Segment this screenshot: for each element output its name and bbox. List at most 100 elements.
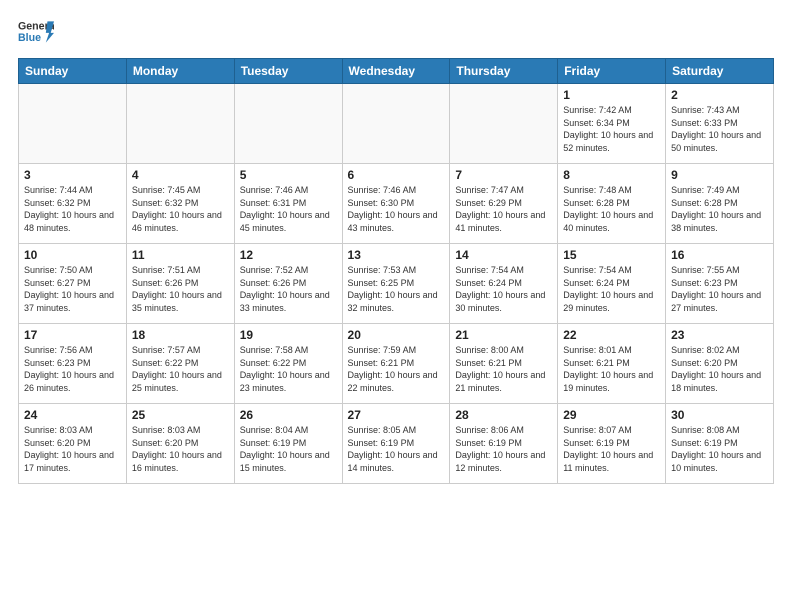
day-cell: 1Sunrise: 7:42 AM Sunset: 6:34 PM Daylig… (558, 84, 666, 164)
weekday-header-saturday: Saturday (666, 59, 774, 84)
day-info: Sunrise: 7:42 AM Sunset: 6:34 PM Dayligh… (563, 104, 660, 154)
logo: General Blue (18, 18, 54, 46)
day-info: Sunrise: 7:57 AM Sunset: 6:22 PM Dayligh… (132, 344, 229, 394)
day-info: Sunrise: 8:03 AM Sunset: 6:20 PM Dayligh… (24, 424, 121, 474)
day-info: Sunrise: 8:07 AM Sunset: 6:19 PM Dayligh… (563, 424, 660, 474)
logo-icon: General Blue (18, 18, 54, 46)
day-info: Sunrise: 8:06 AM Sunset: 6:19 PM Dayligh… (455, 424, 552, 474)
day-cell: 27Sunrise: 8:05 AM Sunset: 6:19 PM Dayli… (342, 404, 450, 484)
day-number: 19 (240, 328, 337, 342)
day-cell: 14Sunrise: 7:54 AM Sunset: 6:24 PM Dayli… (450, 244, 558, 324)
weekday-header-row: SundayMondayTuesdayWednesdayThursdayFrid… (19, 59, 774, 84)
day-cell: 28 Sunrise: 8:06 AM Sunset: 6:19 PM Dayli… (450, 404, 558, 484)
day-info: Sunrise: 7:46 AM Sunset: 6:30 PM Dayligh… (348, 184, 445, 234)
logo-area: General Blue (18, 18, 54, 46)
day-cell: 10 Sunrise: 7:50 AM Sunset: 6:27 PM Dayli… (19, 244, 127, 324)
week-row-5: 24 Sunrise: 8:03 AM Sunset: 6:20 PM Dayli… (19, 404, 774, 484)
day-number: 18 (132, 328, 229, 342)
day-info: Sunrise: 8:03 AM Sunset: 6:20 PM Dayligh… (132, 424, 229, 474)
day-info: Sunrise: 7:45 AM Sunset: 6:32 PM Dayligh… (132, 184, 229, 234)
day-cell: 3 Sunrise: 7:44 AM Sunset: 6:32 PM Daylig… (19, 164, 127, 244)
day-cell: 7 Sunrise: 7:47 AM Sunset: 6:29 PM Daylig… (450, 164, 558, 244)
day-cell: 29 Sunrise: 8:07 AM Sunset: 6:19 PM Dayli… (558, 404, 666, 484)
weekday-header-friday: Friday (558, 59, 666, 84)
day-info: Sunrise: 8:08 AM Sunset: 6:19 PM Dayligh… (671, 424, 768, 474)
day-cell: 22Sunrise: 8:01 AM Sunset: 6:21 PM Dayli… (558, 324, 666, 404)
page: General Blue SundayMondayTuesdayWednesda… (0, 0, 792, 494)
day-cell: 2 Sunrise: 7:43 AM Sunset: 6:33 PM Daylig… (666, 84, 774, 164)
day-cell: 12Sunrise: 7:52 AM Sunset: 6:26 PM Dayli… (234, 244, 342, 324)
day-number: 20 (348, 328, 445, 342)
day-number: 24 (24, 408, 121, 422)
week-row-3: 10 Sunrise: 7:50 AM Sunset: 6:27 PM Dayli… (19, 244, 774, 324)
day-number: 28 (455, 408, 552, 422)
day-cell: 16Sunrise: 7:55 AM Sunset: 6:23 PM Dayli… (666, 244, 774, 324)
day-number: 26 (240, 408, 337, 422)
day-cell: 24 Sunrise: 8:03 AM Sunset: 6:20 PM Dayli… (19, 404, 127, 484)
day-cell: 11 Sunrise: 7:51 AM Sunset: 6:26 PM Dayli… (126, 244, 234, 324)
day-number: 13 (348, 248, 445, 262)
day-info: Sunrise: 7:51 AM Sunset: 6:26 PM Dayligh… (132, 264, 229, 314)
day-info: Sunrise: 7:43 AM Sunset: 6:33 PM Dayligh… (671, 104, 768, 154)
day-number: 16 (671, 248, 768, 262)
day-info: Sunrise: 7:47 AM Sunset: 6:29 PM Dayligh… (455, 184, 552, 234)
day-number: 3 (24, 168, 121, 182)
day-number: 29 (563, 408, 660, 422)
day-number: 21 (455, 328, 552, 342)
day-cell: 8 Sunrise: 7:48 AM Sunset: 6:28 PM Daylig… (558, 164, 666, 244)
day-info: Sunrise: 8:04 AM Sunset: 6:19 PM Dayligh… (240, 424, 337, 474)
day-info: Sunrise: 7:53 AM Sunset: 6:25 PM Dayligh… (348, 264, 445, 314)
day-number: 2 (671, 88, 768, 102)
day-cell (126, 84, 234, 164)
day-number: 4 (132, 168, 229, 182)
day-info: Sunrise: 7:48 AM Sunset: 6:28 PM Dayligh… (563, 184, 660, 234)
day-number: 6 (348, 168, 445, 182)
day-cell: 25 Sunrise: 8:03 AM Sunset: 6:20 PM Dayli… (126, 404, 234, 484)
day-number: 14 (455, 248, 552, 262)
day-info: Sunrise: 7:58 AM Sunset: 6:22 PM Dayligh… (240, 344, 337, 394)
day-info: Sunrise: 7:56 AM Sunset: 6:23 PM Dayligh… (24, 344, 121, 394)
day-cell: 30 Sunrise: 8:08 AM Sunset: 6:19 PM Dayli… (666, 404, 774, 484)
day-number: 15 (563, 248, 660, 262)
day-cell: 6 Sunrise: 7:46 AM Sunset: 6:30 PM Daylig… (342, 164, 450, 244)
day-info: Sunrise: 8:02 AM Sunset: 6:20 PM Dayligh… (671, 344, 768, 394)
weekday-header-monday: Monday (126, 59, 234, 84)
header: General Blue (18, 18, 774, 46)
day-cell: 19 Sunrise: 7:58 AM Sunset: 6:22 PM Dayli… (234, 324, 342, 404)
day-number: 11 (132, 248, 229, 262)
day-cell: 17Sunrise: 7:56 AM Sunset: 6:23 PM Dayli… (19, 324, 127, 404)
day-cell: 26 Sunrise: 8:04 AM Sunset: 6:19 PM Dayli… (234, 404, 342, 484)
day-info: Sunrise: 7:50 AM Sunset: 6:27 PM Dayligh… (24, 264, 121, 314)
day-info: Sunrise: 7:59 AM Sunset: 6:21 PM Dayligh… (348, 344, 445, 394)
day-number: 7 (455, 168, 552, 182)
day-cell: 18 Sunrise: 7:57 AM Sunset: 6:22 PM Dayli… (126, 324, 234, 404)
day-info: Sunrise: 7:44 AM Sunset: 6:32 PM Dayligh… (24, 184, 121, 234)
day-number: 25 (132, 408, 229, 422)
day-cell: 9Sunrise: 7:49 AM Sunset: 6:28 PM Daylig… (666, 164, 774, 244)
day-number: 8 (563, 168, 660, 182)
calendar: SundayMondayTuesdayWednesdayThursdayFrid… (18, 58, 774, 484)
day-number: 30 (671, 408, 768, 422)
day-info: Sunrise: 7:52 AM Sunset: 6:26 PM Dayligh… (240, 264, 337, 314)
svg-text:Blue: Blue (18, 32, 41, 44)
day-cell: 5Sunrise: 7:46 AM Sunset: 6:31 PM Daylig… (234, 164, 342, 244)
day-cell (450, 84, 558, 164)
week-row-1: 1Sunrise: 7:42 AM Sunset: 6:34 PM Daylig… (19, 84, 774, 164)
day-info: Sunrise: 7:49 AM Sunset: 6:28 PM Dayligh… (671, 184, 768, 234)
day-cell: 13 Sunrise: 7:53 AM Sunset: 6:25 PM Dayli… (342, 244, 450, 324)
week-row-2: 3 Sunrise: 7:44 AM Sunset: 6:32 PM Daylig… (19, 164, 774, 244)
weekday-header-wednesday: Wednesday (342, 59, 450, 84)
day-info: Sunrise: 7:46 AM Sunset: 6:31 PM Dayligh… (240, 184, 337, 234)
day-info: Sunrise: 8:01 AM Sunset: 6:21 PM Dayligh… (563, 344, 660, 394)
day-number: 27 (348, 408, 445, 422)
weekday-header-sunday: Sunday (19, 59, 127, 84)
day-cell: 15 Sunrise: 7:54 AM Sunset: 6:24 PM Dayli… (558, 244, 666, 324)
day-cell (19, 84, 127, 164)
day-cell (234, 84, 342, 164)
day-info: Sunrise: 7:54 AM Sunset: 6:24 PM Dayligh… (563, 264, 660, 314)
day-cell: 20 Sunrise: 7:59 AM Sunset: 6:21 PM Dayli… (342, 324, 450, 404)
day-number: 10 (24, 248, 121, 262)
day-cell (342, 84, 450, 164)
day-info: Sunrise: 8:00 AM Sunset: 6:21 PM Dayligh… (455, 344, 552, 394)
day-cell: 23Sunrise: 8:02 AM Sunset: 6:20 PM Dayli… (666, 324, 774, 404)
